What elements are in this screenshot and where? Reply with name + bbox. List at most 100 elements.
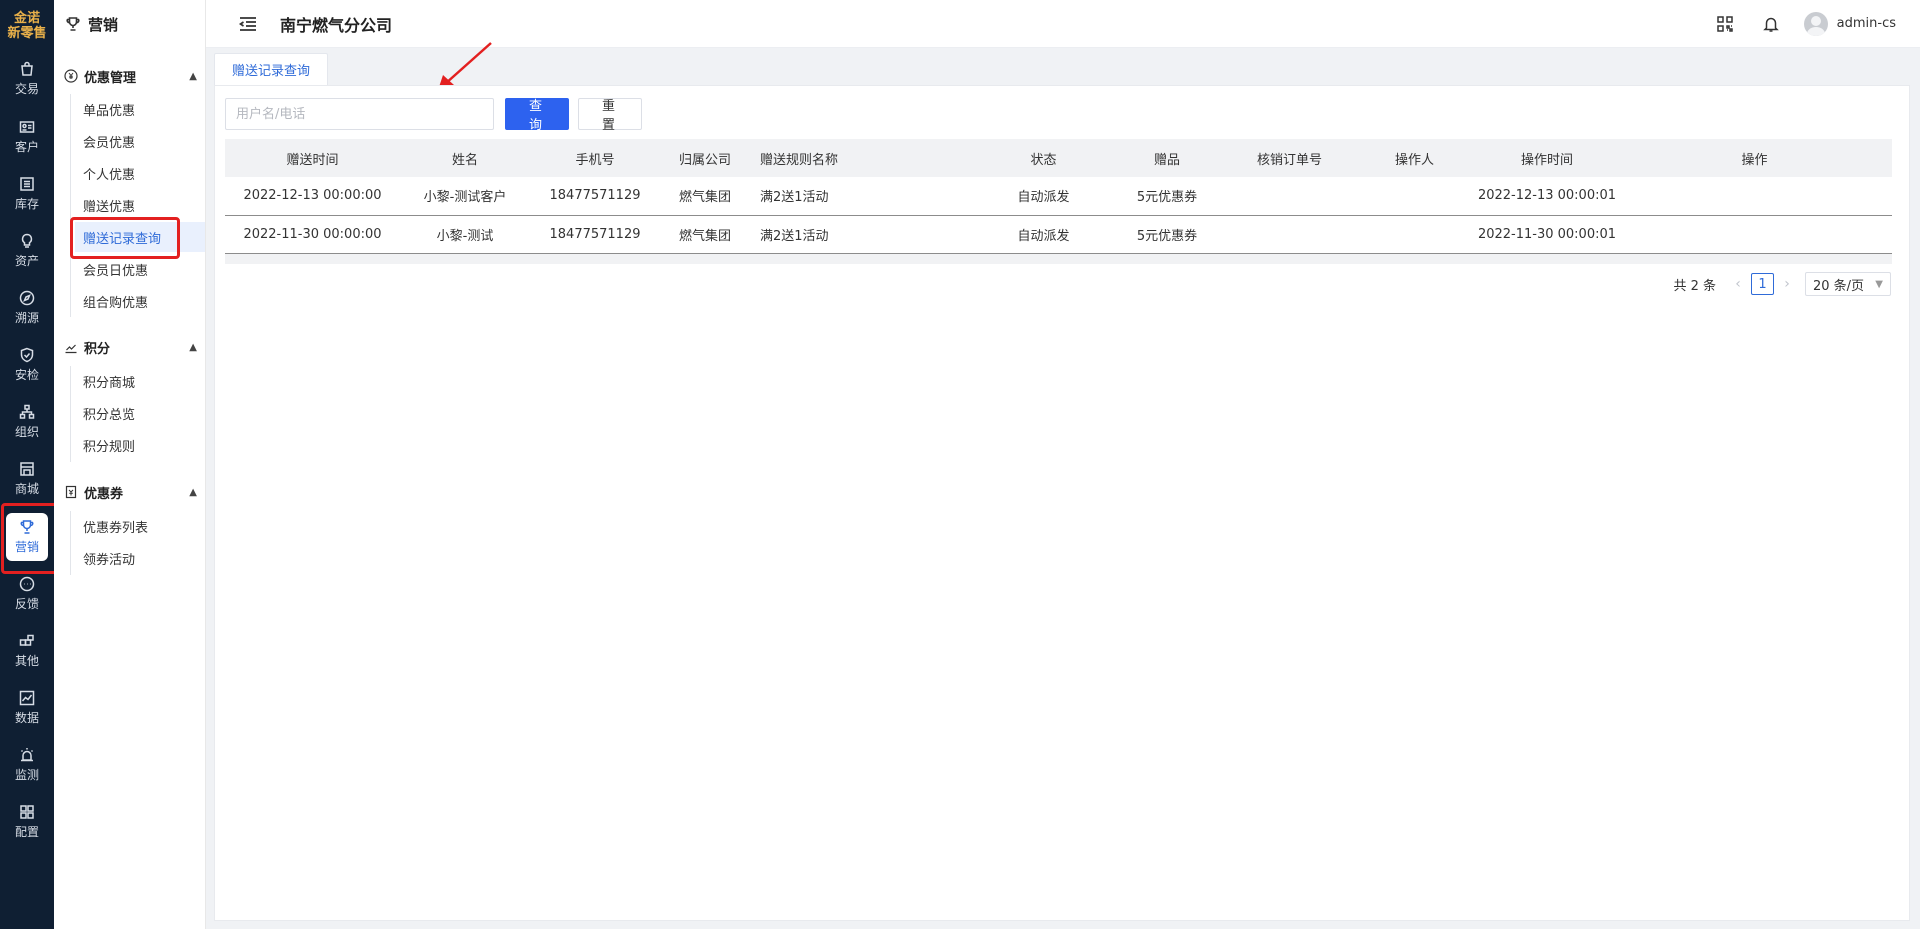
cell-gift: 5元优惠券 [1136, 228, 1198, 244]
column-header: 手机号 [575, 152, 615, 168]
rail-item-assets[interactable]: 资产 [0, 226, 54, 276]
cell-company: 燃气集团 [678, 190, 731, 206]
nav-group-coupons[interactable]: 优惠券 ▲ [64, 481, 197, 503]
column-header: 赠送时间 [286, 152, 339, 168]
rail-item-other[interactable]: 其他 [0, 626, 54, 676]
nav-group-discount[interactable]: 优惠管理 ▲ [64, 65, 197, 87]
sidebar-item-coupon-activity[interactable]: 领券活动 [75, 543, 205, 573]
rail-item-mall[interactable]: 商城 [0, 454, 54, 504]
avatar[interactable] [1803, 11, 1828, 36]
nav-group-label: 优惠管理 [84, 70, 137, 86]
header-actions: admin-cs [1688, 11, 1896, 36]
rail-item-customer[interactable]: 客户 [0, 112, 54, 162]
nav-group-label: 优惠券 [84, 486, 124, 502]
username[interactable]: admin-cs [1837, 16, 1896, 31]
page-size-select[interactable]: 20 条/页 ▼ [1805, 272, 1891, 296]
sidebar-item-points-overview[interactable]: 积分总览 [75, 398, 205, 428]
filter-bar: 查询 重置 [225, 98, 642, 133]
brand-logo: 金诺 新零售 [0, 0, 54, 54]
sidebar-item-points-rules[interactable]: 积分规则 [75, 430, 205, 460]
search-input[interactable] [225, 98, 494, 130]
table-row[interactable]: 2022-12-13 00:00:00 小黎-测试客户 18477571129 … [225, 177, 1892, 215]
id-card-icon [19, 121, 35, 133]
table-header-row: 赠送时间 姓名 手机号 归属公司 赠送规则名称 状态 赠品 核销订单号 操作人 … [225, 139, 1892, 177]
rail-item-monitor[interactable]: 监测 [0, 740, 54, 790]
qr-code-icon [1716, 15, 1733, 32]
rail-item-organization[interactable]: 组织 [0, 397, 54, 447]
rail-item-label: 配置 [14, 825, 39, 839]
chevron-up-icon: ▲ [189, 70, 197, 82]
rail-item-inventory[interactable]: 库存 [0, 169, 54, 219]
nav-group-points[interactable]: 积分 ▲ [64, 336, 197, 358]
alarm-icon [20, 748, 34, 762]
bag-icon [21, 61, 33, 76]
cell-actions [1617, 177, 1892, 215]
trophy-icon [20, 520, 34, 534]
sidebar-item-member-day[interactable]: 会员日优惠 [75, 254, 205, 284]
rail-item-label: 交易 [14, 82, 39, 96]
cell-order-no [1227, 215, 1352, 253]
page-number-button[interactable]: 1 [1751, 273, 1774, 295]
rail-item-inspection[interactable]: 安检 [0, 340, 54, 390]
rail-item-label: 商城 [14, 482, 39, 496]
sidebar-item-member-discount[interactable]: 会员优惠 [75, 126, 205, 156]
bell-icon [1762, 17, 1779, 32]
reset-button[interactable]: 重置 [578, 98, 642, 133]
sidebar-item-points-mall[interactable]: 积分商城 [75, 366, 205, 396]
cell-rule-name: 满2送1活动 [760, 228, 829, 244]
rail-item-label: 其他 [14, 654, 39, 668]
rail-item-trace[interactable]: 溯源 [0, 283, 54, 333]
rail-item-config[interactable]: 配置 [0, 797, 54, 847]
menu-toggle-button[interactable] [238, 14, 258, 34]
pagination-total: 共 2 条 [1673, 278, 1716, 294]
cell-operator [1352, 177, 1477, 215]
yuan-icon [64, 69, 78, 83]
qr-code-button[interactable] [1716, 15, 1734, 33]
brand-subtitle: 新零售 [7, 26, 47, 41]
rail-item-feedback[interactable]: 反馈 [0, 569, 54, 619]
prev-page-icon[interactable]: ‹ [1730, 276, 1746, 292]
trophy-icon [66, 17, 80, 31]
rail-item-label: 营销 [14, 540, 39, 554]
next-page-icon[interactable]: › [1779, 276, 1795, 292]
rail-item-data[interactable]: 数据 [0, 683, 54, 733]
sidebar-item-gift-records[interactable]: 赠送记录查询 [75, 222, 205, 252]
blocks-icon [19, 634, 34, 646]
cell-status: 自动派发 [1017, 190, 1070, 206]
column-header: 归属公司 [678, 152, 731, 168]
cell-op-time: 2022-11-30 00:00:01 [1477, 226, 1617, 242]
page-size-value: 20 条/页 [1813, 278, 1865, 294]
column-header: 状态 [1030, 152, 1057, 168]
rail-item-label: 数据 [14, 711, 39, 725]
table-row[interactable]: 2022-11-30 00:00:00 小黎-测试 18477571129 燃气… [225, 215, 1892, 253]
cell-gift-time: 2022-11-30 00:00:00 [243, 226, 382, 242]
sidebar-item-combo-discount[interactable]: 组合购优惠 [75, 286, 205, 316]
sub-sidebar-title: 营销 [88, 15, 119, 34]
bulb-icon [21, 233, 33, 248]
tab-gift-records[interactable]: 赠送记录查询 [214, 53, 329, 85]
table-scrollbar[interactable] [225, 253, 1892, 264]
sidebar-item-coupon-list[interactable]: 优惠券列表 [75, 511, 205, 541]
rail-item-marketing[interactable]: 营销 [6, 513, 48, 561]
query-button[interactable]: 查询 [505, 98, 569, 133]
coupon-icon [65, 485, 77, 499]
main-content: 查询 重置 赠送时间 姓名 手机号 归属公司 赠送规则名称 状态 赠品 核销订单… [214, 85, 1910, 921]
notification-button[interactable] [1762, 15, 1780, 33]
store-icon [20, 462, 34, 476]
rail-item-trade[interactable]: 交易 [0, 54, 54, 104]
rail-item-label: 溯源 [14, 311, 39, 325]
cell-operator [1352, 215, 1477, 253]
shield-check-icon [20, 347, 34, 363]
cell-gift: 5元优惠券 [1136, 190, 1198, 206]
column-header: 操作时间 [1520, 152, 1573, 168]
records-table: 赠送时间 姓名 手机号 归属公司 赠送规则名称 状态 赠品 核销订单号 操作人 … [225, 139, 1892, 264]
sub-sidebar: 营销 优惠管理 ▲ 单品优惠 会员优惠 个人优惠 赠送优惠 赠送记录查询 会员日… [54, 0, 206, 929]
rail-item-label: 客户 [14, 140, 39, 154]
sidebar-item-personal-discount[interactable]: 个人优惠 [75, 158, 205, 188]
cell-name: 小黎-测试客户 [423, 190, 507, 206]
sidebar-item-gift-discount[interactable]: 赠送优惠 [75, 190, 205, 220]
sub-sidebar-header: 营销 [54, 0, 205, 48]
sidebar-item-single-discount[interactable]: 单品优惠 [75, 94, 205, 124]
compass-icon [19, 290, 35, 306]
trend-icon [65, 344, 77, 354]
